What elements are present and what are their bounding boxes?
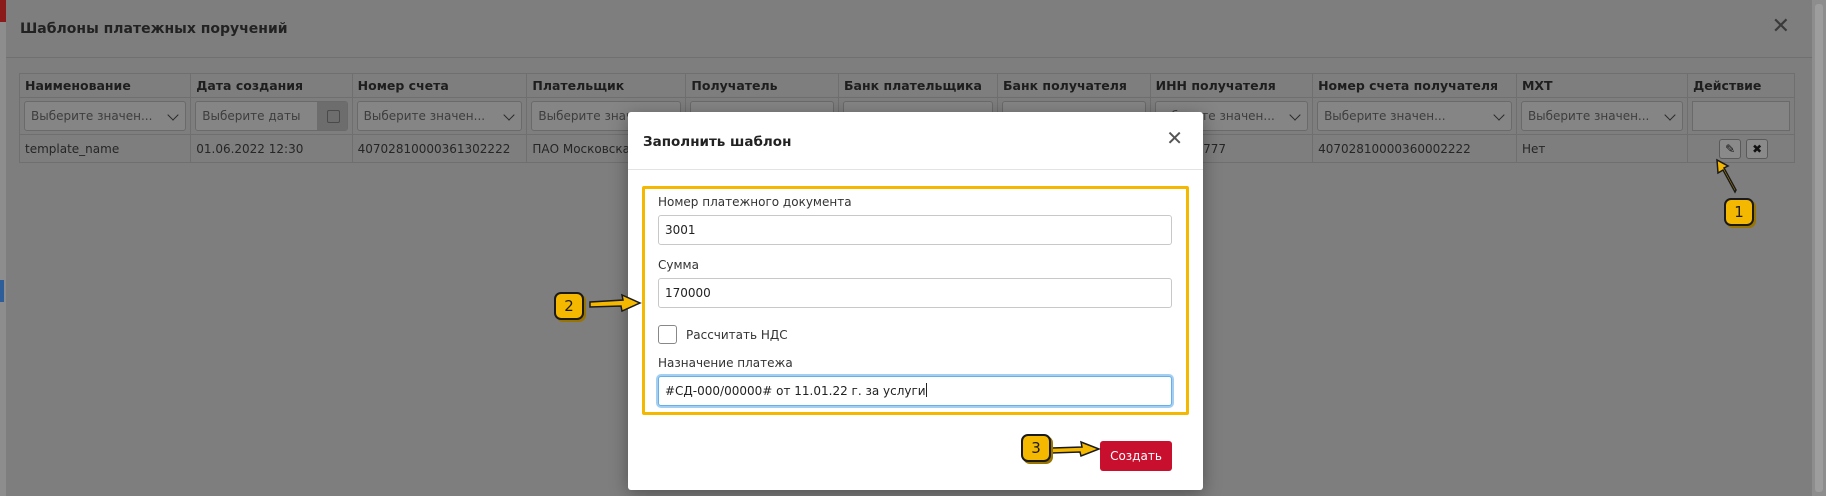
filter-recipient-account-select[interactable]: Выберите значен... [1317, 101, 1512, 131]
purpose-input-text: #СД-000/00000# от 11.01.22 г. за услуги [665, 384, 926, 398]
filter-placeholder: Выберите значен... [31, 109, 153, 123]
column-header-recipient-bank[interactable]: Банк получателя [997, 73, 1151, 98]
cell-name: template_name [18, 134, 192, 163]
filter-account-select[interactable]: Выберите значен... [356, 101, 523, 131]
column-header-recipient[interactable]: Получатель [685, 73, 840, 98]
close-icon[interactable]: ✕ [1166, 128, 1183, 148]
column-header-mxt[interactable]: МХТ [1515, 73, 1689, 98]
cell-mxt: Нет [1515, 134, 1689, 163]
amount-input[interactable]: 170000 [658, 278, 1172, 308]
chevron-down-icon [503, 109, 516, 121]
background-blue-marker [0, 280, 4, 302]
cell-account: 40702810000361302222 [351, 134, 528, 163]
filter-name-select[interactable]: Выберите значен... [24, 101, 187, 131]
amount-label: Сумма [658, 258, 699, 272]
chevron-down-icon [1664, 109, 1676, 121]
column-header-payer-bank[interactable]: Банк плательщика [838, 73, 998, 98]
column-header-payer[interactable]: Плательщик [526, 73, 687, 98]
page-scrollbar-track [1812, 0, 1826, 496]
purpose-input[interactable]: #СД-000/00000# от 11.01.22 г. за услуги [658, 376, 1172, 406]
doc-number-label: Номер платежного документа [658, 195, 852, 209]
column-header-date[interactable]: Дата создания [190, 73, 353, 98]
x-icon: ✖ [1752, 141, 1763, 156]
cell-date: 01.06.2022 12:30 [190, 134, 353, 163]
annotation-badge-3: 3 [1021, 434, 1051, 462]
cell-recipient-account: 40702810000360002222 [1312, 134, 1517, 163]
column-header-account[interactable]: Номер счета [351, 73, 528, 98]
column-header-action: Действие [1687, 73, 1795, 98]
doc-number-input[interactable]: 3001 [658, 215, 1172, 245]
column-header-name[interactable]: Наименование [18, 73, 192, 98]
column-header-recipient-account[interactable]: Номер счета получателя [1312, 73, 1517, 98]
chevron-down-icon [167, 109, 179, 121]
filter-action-empty [1692, 101, 1790, 131]
annotation-badge-2: 2 [554, 292, 584, 320]
filter-placeholder: Выберите значен... [1527, 109, 1650, 123]
filter-placeholder: Выберите значен... [363, 109, 486, 123]
modal-title: Заполнить шаблон [643, 134, 792, 150]
purpose-label: Назначение платежа [658, 356, 793, 370]
table-header-row: Наименование Дата создания Номер счета П… [18, 73, 1795, 98]
templates-dialog-header: Шаблоны платежных поручений ✕ [6, 0, 1812, 58]
delete-button[interactable]: ✖ [1746, 138, 1769, 159]
cell-actions: ✎ ✖ [1687, 134, 1795, 163]
filter-placeholder: Выберите значен... [1324, 109, 1446, 123]
vat-checkbox-label[interactable]: Рассчитать НДС [686, 328, 788, 342]
column-header-inn[interactable]: ИНН получателя [1149, 73, 1314, 98]
create-button[interactable]: Создать [1100, 441, 1172, 471]
annotation-badge-1: 1 [1724, 198, 1754, 226]
pencil-icon: ✎ [1725, 141, 1736, 156]
vat-checkbox[interactable] [658, 325, 677, 344]
chevron-down-icon [1493, 109, 1505, 121]
filter-placeholder: Выберите даты [196, 102, 317, 130]
filter-date-picker[interactable]: Выберите даты [195, 101, 348, 131]
modal-header: Заполнить шаблон ✕ [628, 112, 1203, 170]
text-caret [925, 383, 927, 397]
edit-button[interactable]: ✎ [1719, 138, 1742, 159]
calendar-icon[interactable] [316, 102, 347, 130]
fill-template-modal: Заполнить шаблон ✕ Номер платежного доку… [628, 112, 1203, 490]
templates-dialog-title: Шаблоны платежных поручений [20, 21, 288, 37]
close-icon[interactable]: ✕ [1772, 16, 1790, 38]
chevron-down-icon [1289, 109, 1301, 121]
page-scrollbar[interactable] [1815, 4, 1823, 492]
filter-mxt-select[interactable]: Выберите значен... [1520, 101, 1684, 131]
